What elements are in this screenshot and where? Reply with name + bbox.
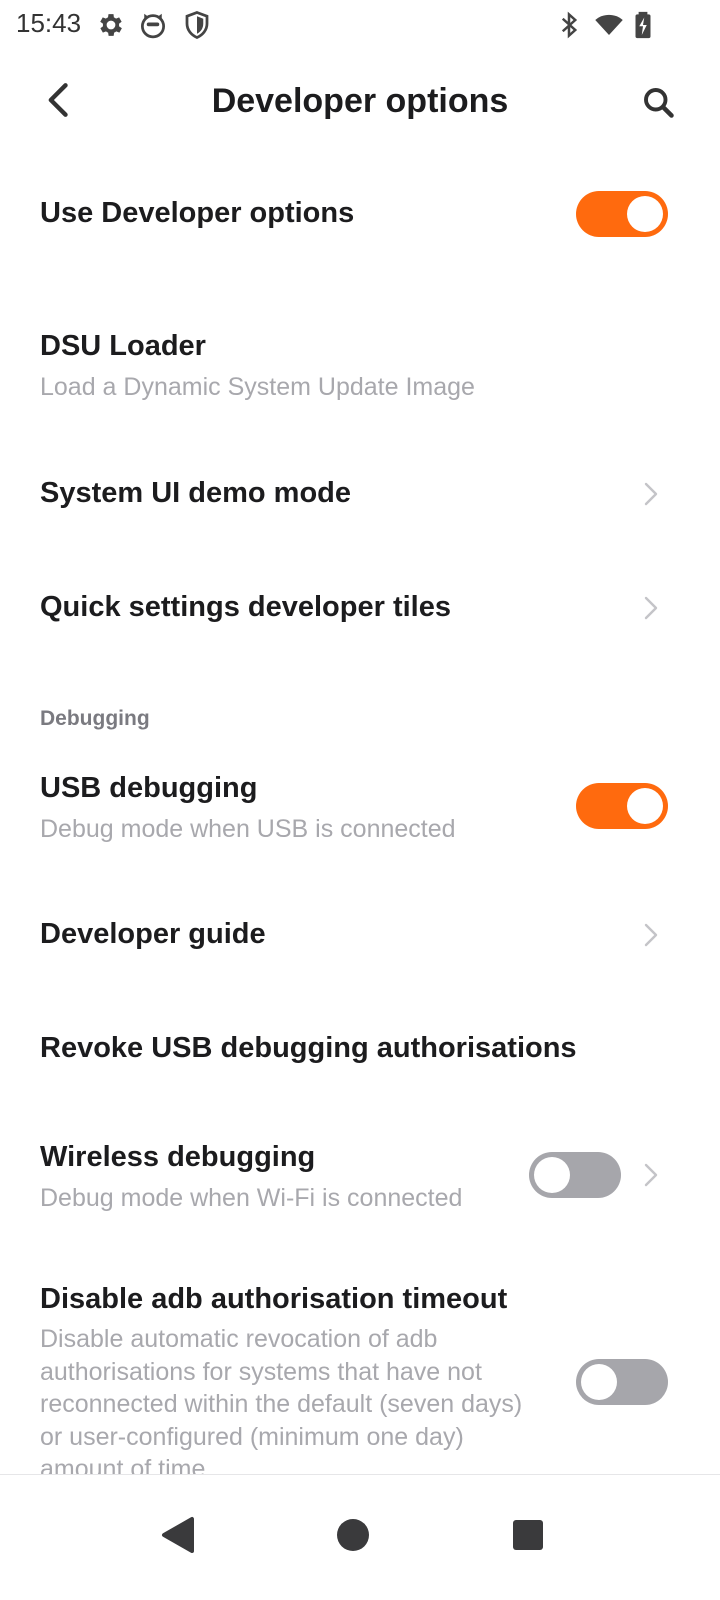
setting-title: Disable adb authorisation timeout: [40, 1283, 508, 1315]
setting-wireless-debugging[interactable]: Wireless debugging Debug mode when Wi-Fi…: [0, 1137, 720, 1227]
setting-title: Quick settings developer tiles: [40, 591, 451, 623]
developer-options-screen: 15:43 Developer options Use Developer op…: [0, 0, 720, 1600]
section-header-debugging: Debugging: [40, 707, 150, 730]
navigation-bar: [0, 1475, 720, 1600]
shield-icon: [182, 10, 212, 40]
setting-developer-guide[interactable]: Developer guide: [0, 901, 720, 971]
page-title: Developer options: [211, 82, 509, 120]
nav-recents-square-icon[interactable]: [498, 1505, 558, 1565]
search-icon[interactable]: [640, 84, 676, 120]
wireless-debugging-toggle[interactable]: [529, 1152, 621, 1198]
bluetooth-icon: [554, 10, 584, 40]
wifi-icon: [594, 10, 624, 40]
usb-debugging-toggle[interactable]: [576, 783, 668, 829]
setting-subtitle: Debug mode when USB is connected: [40, 815, 456, 843]
setting-quick-settings-developer-tiles[interactable]: Quick settings developer tiles: [0, 574, 720, 644]
disable-adb-timeout-toggle[interactable]: [576, 1359, 668, 1405]
battery-charging-icon: [628, 10, 658, 40]
setting-disable-adb-authorisation-timeout[interactable]: Disable adb authorisation timeout Disabl…: [0, 1279, 720, 1474]
toggle-knob: [534, 1157, 570, 1193]
setting-system-ui-demo-mode[interactable]: System UI demo mode: [0, 460, 720, 530]
setting-title: Developer guide: [40, 918, 266, 950]
status-bar: 15:43: [0, 0, 720, 50]
setting-subtitle: Debug mode when Wi-Fi is connected: [40, 1184, 463, 1212]
chevron-right-icon: [640, 1160, 662, 1190]
toggle-knob: [581, 1364, 617, 1400]
toggle-knob: [627, 788, 663, 824]
setting-use-developer-options[interactable]: Use Developer options: [0, 180, 720, 250]
app-bar: Developer options: [0, 70, 720, 140]
setting-title: Wireless debugging: [40, 1141, 316, 1173]
setting-subtitle: Load a Dynamic System Update Image: [40, 373, 475, 401]
setting-title: System UI demo mode: [40, 477, 352, 509]
setting-dsu-loader[interactable]: DSU Loader Load a Dynamic System Update …: [0, 326, 720, 416]
setting-subtitle: Disable automatic revocation of adb auth…: [40, 1325, 523, 1474]
gear-icon: [96, 10, 126, 40]
toggle-knob: [627, 196, 663, 232]
setting-usb-debugging[interactable]: USB debugging Debug mode when USB is con…: [0, 768, 720, 858]
setting-title: Use Developer options: [40, 197, 355, 229]
chevron-right-icon: [640, 593, 662, 623]
chevron-right-icon: [640, 920, 662, 950]
use-developer-options-toggle[interactable]: [576, 191, 668, 237]
setting-title: Revoke USB debugging authorisations: [40, 1032, 577, 1064]
chevron-right-icon: [640, 479, 662, 509]
setting-title: USB debugging: [40, 772, 258, 804]
setting-title: DSU Loader: [40, 330, 206, 362]
cat-face-icon: [138, 10, 168, 40]
setting-revoke-usb-debugging[interactable]: Revoke USB debugging authorisations: [0, 1015, 720, 1085]
status-time: 15:43: [16, 8, 82, 38]
nav-back-triangle-icon[interactable]: [148, 1505, 208, 1565]
nav-home-circle-icon[interactable]: [323, 1505, 383, 1565]
